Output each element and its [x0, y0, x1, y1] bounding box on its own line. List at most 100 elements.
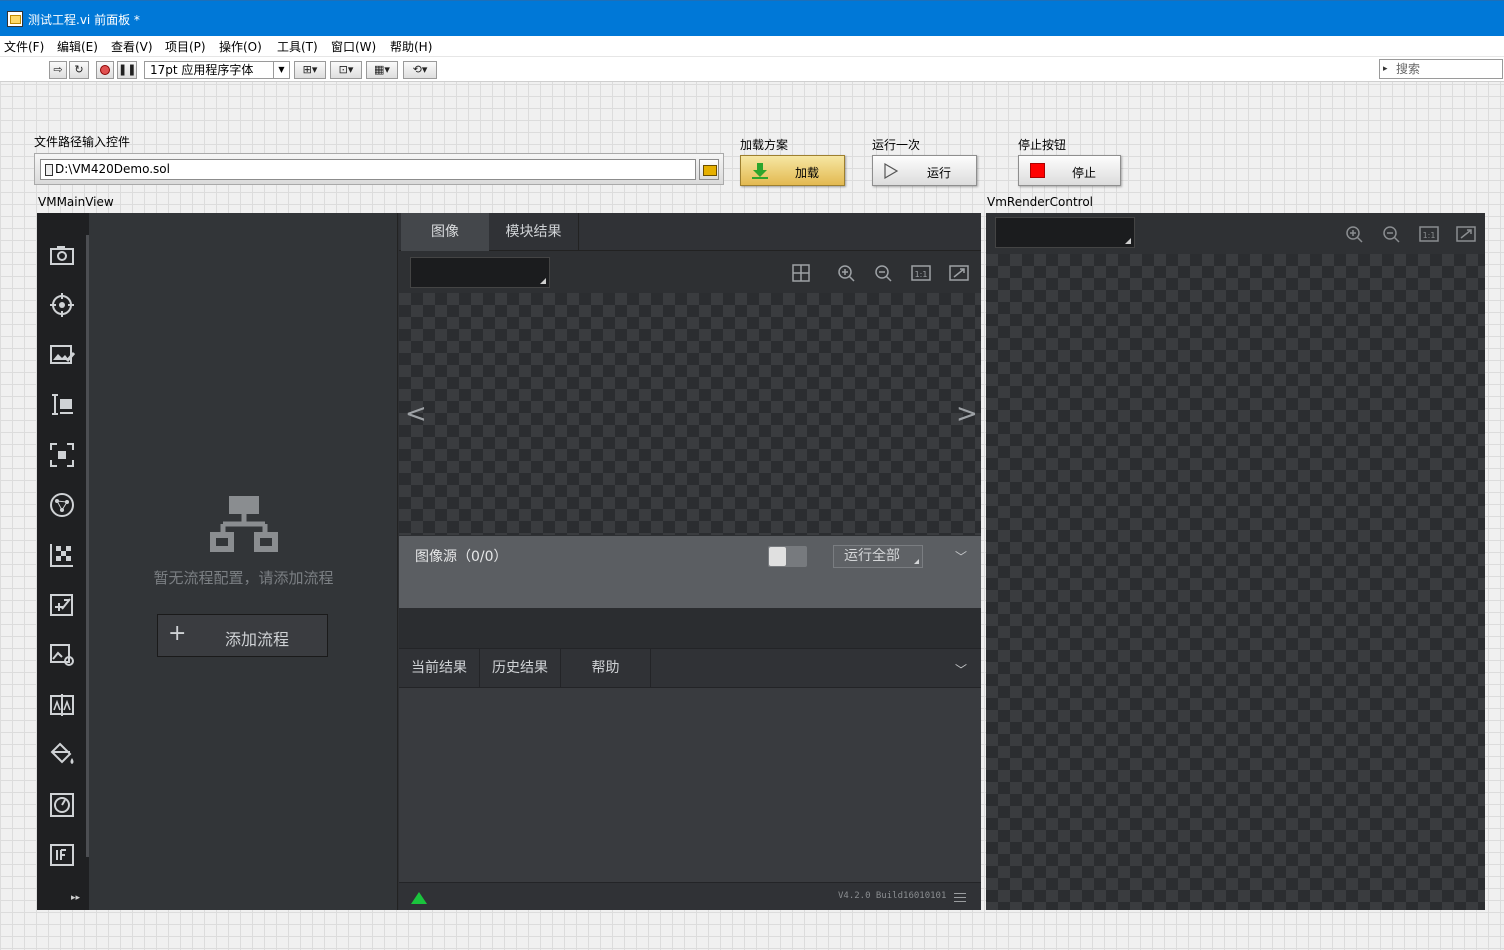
- empty-process-text: 暂无流程配置，请添加流程: [153, 569, 334, 587]
- svg-text:1:1: 1:1: [915, 270, 928, 279]
- zoom-out-icon[interactable]: [1381, 224, 1401, 244]
- fill-icon[interactable]: [48, 741, 76, 769]
- menu-project[interactable]: 项目(P): [165, 38, 206, 55]
- file-path-input[interactable]: D:\VM420Demo.sol: [40, 159, 696, 180]
- stop-button[interactable]: 停止: [1018, 155, 1121, 186]
- load-caption: 加载方案: [740, 138, 789, 152]
- grid-icon[interactable]: [791, 263, 811, 283]
- focus-icon[interactable]: [48, 441, 76, 469]
- distribute-icon[interactable]: ⊡▾: [330, 61, 362, 79]
- compare-icon[interactable]: [48, 691, 76, 719]
- search-input[interactable]: 搜索: [1379, 59, 1503, 79]
- file-path-control: D:\VM420Demo.sol: [34, 153, 724, 185]
- menu-file[interactable]: 文件(F): [4, 38, 44, 55]
- image-source-title: 图像源（0/0）: [415, 549, 508, 565]
- render-source-combo[interactable]: [995, 217, 1135, 248]
- flowchart-icon: [210, 496, 278, 552]
- menu-window[interactable]: 窗口(W): [331, 38, 376, 55]
- render-canvas[interactable]: [986, 254, 1485, 910]
- font-selector-value: 17pt 应用程序字体: [150, 63, 254, 77]
- result-tabbar: 当前结果 历史结果 帮助 ﹀: [399, 648, 981, 688]
- menu-view[interactable]: 查看(V): [111, 38, 153, 55]
- toolbar: ⇨ ↻ ❚❚ 17pt 应用程序字体 ▼ ⊞▾ ⊡▾ ▦▾ ⟲▾: [0, 56, 1504, 82]
- title-bar: 测试工程.vi 前面板 *: [0, 0, 1504, 36]
- result-body: [399, 688, 981, 882]
- add-flow-label: 添加流程: [225, 630, 290, 649]
- download-icon: [752, 163, 768, 179]
- path-label: 文件路径输入控件: [34, 135, 131, 149]
- load-button-label: 加载: [795, 166, 820, 180]
- fit-window-icon[interactable]: [949, 263, 969, 283]
- menu-edit[interactable]: 编辑(E): [57, 38, 98, 55]
- zoom-out-icon[interactable]: [873, 263, 893, 283]
- chevron-down-icon[interactable]: ﹀: [955, 548, 967, 565]
- if-icon[interactable]: [48, 841, 76, 869]
- zoom-in-icon[interactable]: [836, 263, 856, 283]
- tool-sidebar: ▸▸: [37, 213, 89, 910]
- locate-icon[interactable]: [48, 291, 76, 319]
- tab-image[interactable]: 图像: [401, 213, 489, 251]
- vm-main-view: ▸▸ 暂无流程配置，请添加流程 + 添加流程 图像 模块结果 1:1 < > 图…: [37, 213, 981, 910]
- folder-browse-icon[interactable]: [699, 159, 719, 180]
- process-panel: 暂无流程配置，请添加流程 + 添加流程: [89, 213, 398, 910]
- version-text: V4.2.0 Build16010101: [838, 891, 947, 901]
- add-flow-button[interactable]: + 添加流程: [157, 614, 328, 657]
- image-canvas[interactable]: < >: [399, 293, 981, 535]
- menu-icon[interactable]: [954, 893, 966, 902]
- play-icon: [884, 163, 899, 179]
- run-continuously-icon[interactable]: ↻: [69, 61, 89, 79]
- tab-help[interactable]: 帮助: [561, 649, 651, 688]
- svg-text:1:1: 1:1: [1423, 231, 1436, 240]
- toggle-knob: [769, 547, 786, 566]
- run-button[interactable]: 运行: [872, 155, 977, 186]
- tab-current-results[interactable]: 当前结果: [399, 649, 480, 688]
- abort-icon[interactable]: [96, 61, 114, 79]
- gauge-icon[interactable]: [48, 791, 76, 819]
- image-settings-icon[interactable]: [48, 641, 76, 669]
- image-tabbar: 图像 模块结果: [399, 213, 981, 251]
- tab-module-results[interactable]: 模块结果: [489, 213, 579, 251]
- run-arrow-icon[interactable]: ⇨: [49, 61, 67, 79]
- stop-caption: 停止按钮: [1018, 138, 1067, 152]
- expand-icon[interactable]: ▸▸: [71, 893, 80, 903]
- actual-size-icon[interactable]: 1:1: [911, 263, 931, 283]
- fit-window-icon[interactable]: [1456, 224, 1476, 244]
- align-icon[interactable]: ⊞▾: [294, 61, 326, 79]
- calc-icon[interactable]: [48, 591, 76, 619]
- font-selector[interactable]: 17pt 应用程序字体 ▼: [144, 61, 290, 79]
- status-bar: V4.2.0 Build16010101: [399, 882, 981, 910]
- camera-icon[interactable]: [48, 241, 76, 269]
- stop-button-label: 停止: [1072, 166, 1097, 180]
- image-source-bar: 图像源（0/0） 运行全部 ﹀: [399, 536, 981, 608]
- zoom-in-icon[interactable]: [1344, 224, 1364, 244]
- reorder-icon[interactable]: ⟲▾: [403, 61, 437, 79]
- vm-render-caption: VmRenderControl: [987, 195, 1093, 209]
- chevron-down-icon: ▼: [273, 62, 289, 78]
- source-toggle[interactable]: [768, 546, 807, 567]
- network-icon[interactable]: [48, 491, 76, 519]
- menu-help[interactable]: 帮助(H): [390, 38, 432, 55]
- load-button[interactable]: 加载: [740, 155, 845, 186]
- image-edit-icon[interactable]: [48, 341, 76, 369]
- image-panel: 图像 模块结果 1:1 < > 图像源（0/0） 运行全部 ﹀ 当前结果 历史结…: [399, 213, 981, 910]
- tab-history-results[interactable]: 历史结果: [480, 649, 561, 688]
- menu-bar: 文件(F) 编辑(E) 查看(V) 项目(P) 操作(O) 工具(T) 窗口(W…: [0, 36, 1504, 56]
- labview-vi-icon: [7, 11, 23, 27]
- menu-operate[interactable]: 操作(O): [219, 38, 262, 55]
- image-toolbar: 1:1: [399, 251, 981, 293]
- run-button-label: 运行: [927, 166, 952, 180]
- actual-size-icon[interactable]: 1:1: [1419, 224, 1439, 244]
- measure-icon[interactable]: [48, 391, 76, 419]
- prev-image-icon[interactable]: <: [405, 399, 427, 429]
- image-source-combo[interactable]: [410, 257, 550, 288]
- chevron-down-icon[interactable]: ﹀: [955, 661, 967, 678]
- pause-icon[interactable]: ❚❚: [117, 61, 137, 79]
- checker-icon[interactable]: [48, 541, 76, 569]
- divider-bar: [399, 608, 981, 648]
- resize-icon[interactable]: ▦▾: [366, 61, 398, 79]
- run-all-dropdown[interactable]: 运行全部: [833, 545, 923, 568]
- next-image-icon[interactable]: >: [956, 399, 978, 429]
- stop-square-icon: [1030, 163, 1045, 178]
- vm-render-control: 1:1: [986, 213, 1485, 910]
- menu-tools[interactable]: 工具(T): [277, 38, 318, 55]
